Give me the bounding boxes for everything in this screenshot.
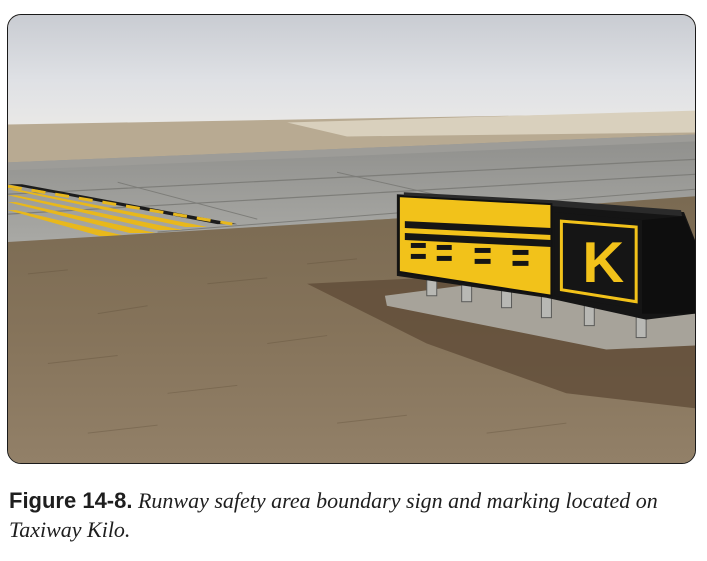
figure-label: Figure 14-8.: [9, 488, 133, 513]
sign-letter-k: K: [582, 231, 624, 295]
figure-caption: Figure 14-8. Runway safety area boundary…: [9, 486, 701, 544]
figure-photo: K: [7, 14, 696, 464]
airfield-photo: K: [8, 15, 695, 463]
sky: [8, 15, 695, 125]
